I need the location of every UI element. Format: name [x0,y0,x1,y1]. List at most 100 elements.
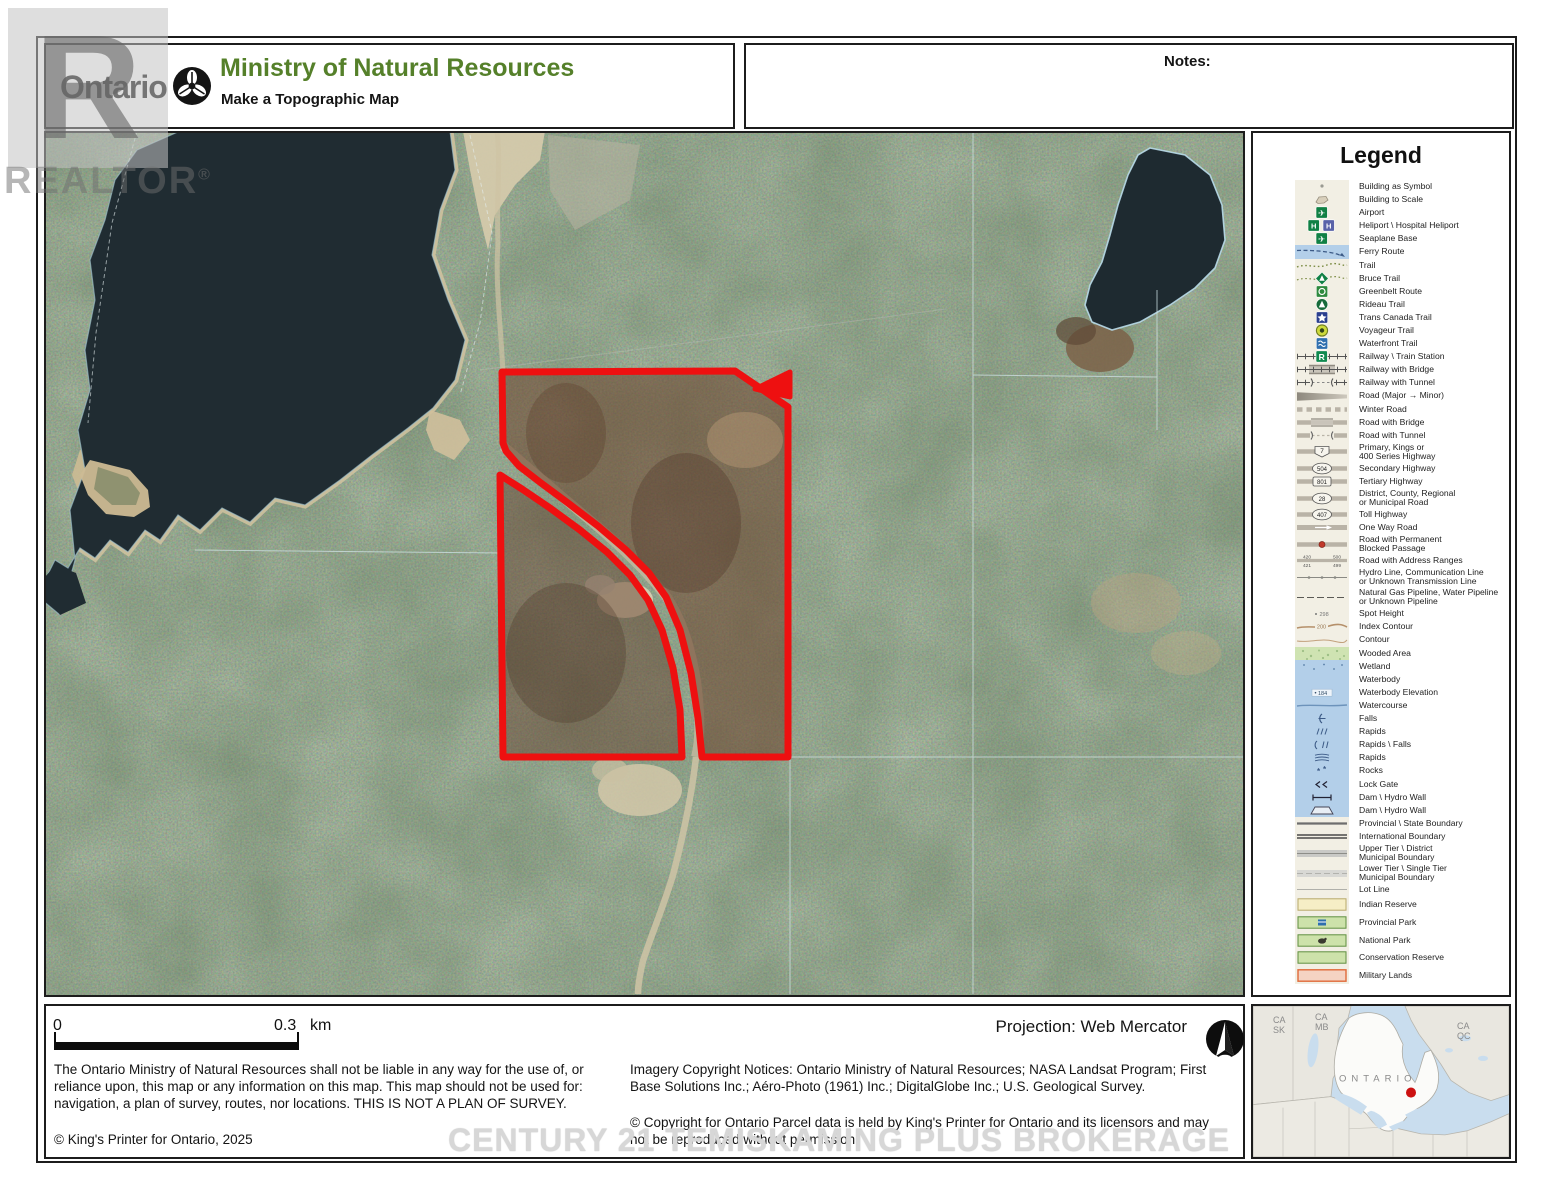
legend-item-label: Toll Highway [1359,510,1407,519]
legend-item: Dam \ Hydro Wall [1253,791,1509,804]
legend-item-label: Lock Gate [1359,780,1398,789]
legend-item-label: Greenbelt Route [1359,287,1422,296]
legend-symbol-waterbody [1295,673,1349,686]
legend-panel: Legend Building as SymbolBuilding to Sca… [1251,131,1511,997]
legend-item: 200Index Contour [1253,620,1509,633]
inset-province-label: CA [1273,1015,1285,1025]
legend-symbol-seaplane: ✈ [1295,232,1349,245]
legend-item-label: Rapids [1359,753,1386,762]
legend-symbol-prov_bound [1295,817,1349,830]
legend-symbol-road_taper [1295,390,1349,403]
legend-item-label: Trail [1359,261,1375,270]
legend-item: Railway with Tunnel [1253,376,1509,389]
legend-item: **Rocks [1253,764,1509,777]
legend-symbol-index_contour: 200 [1295,620,1349,633]
legend-item: ✈Airport [1253,206,1509,219]
legend-symbol-dam1 [1295,791,1349,804]
map-canvas [44,131,1245,997]
svg-text:801: 801 [1317,480,1328,486]
legend-item-label: Rocks [1359,766,1383,775]
legend-symbol-hwy_secondary: 504 [1295,462,1349,475]
inset-province-label: MB [1315,1022,1328,1032]
legend-item-label: Railway \ Train Station [1359,352,1445,361]
legend-symbol-road_bridge [1295,416,1349,429]
legend-item-label: International Boundary [1359,832,1445,841]
legend-symbol-voyageur [1295,324,1349,337]
imagery-copyright-text: Imagery Copyright Notices: Ontario Minis… [630,1061,1245,1095]
locator-inset-map: CASKCAMBCAQC ONTARIO [1251,1004,1511,1159]
legend-item: 28District, County, Regionalor Municipal… [1253,488,1509,508]
legend-item-label: Natural Gas Pipeline, Water Pipelineor U… [1359,588,1498,606]
legend-symbol-lotline [1295,883,1349,896]
svg-text:H: H [1311,222,1316,231]
legend-item-label: Indian Reserve [1359,900,1417,909]
legend-item-label: Waterbody [1359,675,1400,684]
legend-item-label: Railway with Bridge [1359,365,1434,374]
legend-item-label: Primary, Kings or400 Series Highway [1359,443,1435,461]
svg-text:7: 7 [1320,448,1324,455]
legend-symbol-watercourse [1295,699,1349,712]
svg-text:R: R [1319,352,1325,362]
legend-item-label: Waterfront Trail [1359,339,1417,348]
legend-symbol-rail_bridge [1295,363,1349,376]
svg-text:*: * [1323,765,1327,774]
legend-item-label: Lower Tier \ Single TierMunicipal Bounda… [1359,864,1447,882]
legend-symbol-bldg_sym [1295,180,1349,193]
legend-symbol-rideau [1295,298,1349,311]
legend-item: Road (Major → Minor) [1253,390,1509,403]
legend-symbol-rail_station: R [1295,350,1349,363]
legend-item: Waterbody [1253,673,1509,686]
disclaimer-text: The Ontario Ministry of Natural Resource… [54,1061,614,1113]
legend-item-label: Ferry Route [1359,247,1404,256]
registered-mark: ® [198,166,212,183]
legend-item: Watercourse [1253,699,1509,712]
projection-label: Projection: Web Mercator [996,1017,1187,1037]
location-marker [1406,1088,1416,1098]
legend-item: Road with Bridge [1253,416,1509,429]
legend-symbol-box_natpark [1295,931,1349,949]
legend-item: 7 Primary, Kings or400 Series Highway [1253,442,1509,462]
legend-item: Contour [1253,634,1509,647]
legend-item-label: Trans Canada Trail [1359,313,1432,322]
legend-item: National Park [1253,931,1509,949]
legend-item: 504 Secondary Highway [1253,462,1509,475]
legend-symbol-spot: 298 [1295,607,1349,620]
kings-printer-copyright: © King's Printer for Ontario, 2025 [54,1132,253,1147]
legend-item: ✈Seaplane Base [1253,232,1509,245]
legend-item: HHHeliport \ Hospital Heliport [1253,219,1509,232]
legend-item: Falls [1253,712,1509,725]
legend-item: 420500421499Road with Address Ranges [1253,554,1509,567]
legend-item-label: Road with PermanentBlocked Passage [1359,535,1442,553]
legend-item: 298Spot Height [1253,607,1509,620]
legend-symbol-airport: ✈ [1295,206,1349,219]
legend-item-label: Watercourse [1359,701,1407,710]
legend-item-label: Dam \ Hydro Wall [1359,793,1426,802]
legend-symbol-road_tunnel [1295,429,1349,442]
legend-symbol-falls [1295,712,1349,725]
scale-bar-unit: km [310,1017,331,1035]
legend-item-label: Secondary Highway [1359,464,1435,473]
legend-symbol-pipeline [1295,587,1349,607]
legend-symbol-road_district: 28 [1295,488,1349,508]
scale-bar [54,1042,299,1050]
legend-item-label: Building to Scale [1359,195,1423,204]
inset-region-label: ONTARIO [1339,1073,1417,1084]
legend-item-label: Railway with Tunnel [1359,378,1435,387]
legend-item: Road with PermanentBlocked Passage [1253,534,1509,554]
legend-item-label: Wooded Area [1359,649,1411,658]
inset-province-label: QC [1457,1031,1471,1041]
legend-symbol-box_military [1295,967,1349,985]
page-title: Ministry of Natural Resources [220,54,574,83]
legend-item: 184Waterbody Elevation [1253,686,1509,699]
legend-symbol-addr: 420500421499 [1295,554,1349,567]
legend-list: Building as SymbolBuilding to Scale✈Airp… [1253,180,1509,993]
realtor-logo-watermark: R [8,8,168,168]
legend-item-label: Wetland [1359,662,1390,671]
legend-symbol-intl_bound [1295,830,1349,843]
legend-symbol-bruce [1295,272,1349,285]
svg-text:298: 298 [1320,612,1329,618]
legend-item-label: National Park [1359,936,1411,945]
legend-symbol-waterfront [1295,337,1349,350]
legend-item-label: Rapids [1359,727,1386,736]
legend-symbol-dam2 [1295,804,1349,817]
